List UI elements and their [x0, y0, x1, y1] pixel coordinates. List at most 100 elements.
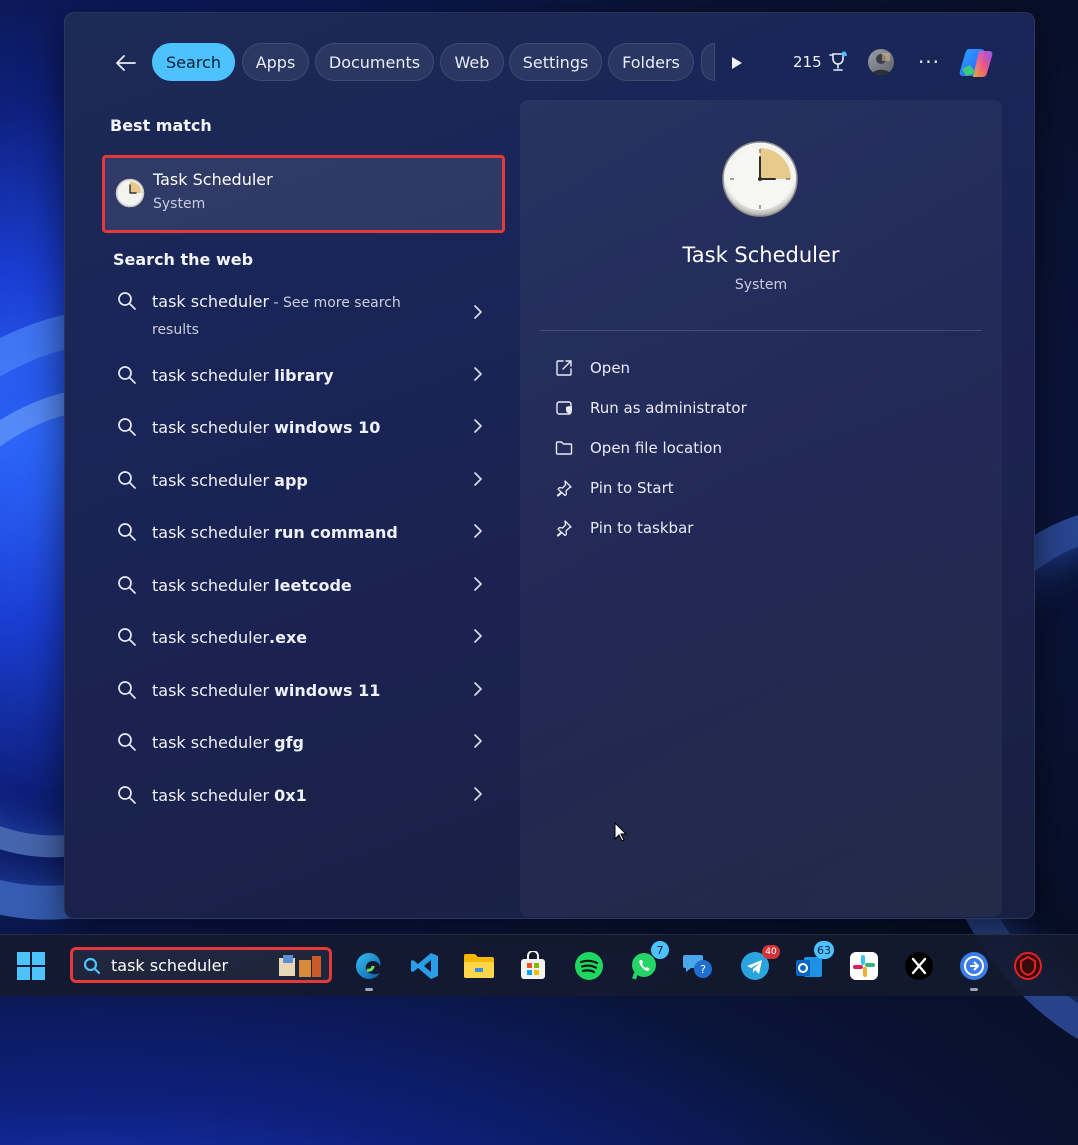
- chevron-right-icon: [474, 305, 482, 319]
- taskbar-edge[interactable]: [352, 949, 386, 991]
- slack-icon: [850, 952, 878, 980]
- chevron-right-icon: [474, 734, 482, 748]
- taskbar-telegram[interactable]: 40: [738, 945, 780, 983]
- query-prefix: task scheduler: [152, 292, 270, 311]
- trophy-icon: [828, 51, 847, 71]
- query-prefix: task scheduler: [152, 733, 275, 752]
- open-file-location-label: Open file location: [590, 439, 722, 457]
- tab-apps[interactable]: Apps: [242, 43, 309, 81]
- search-icon: [118, 292, 136, 310]
- query-completion: .exe: [269, 628, 308, 647]
- pin-to-start-label: Pin to Start: [590, 479, 674, 497]
- web-suggestion-text: task scheduler run command: [152, 520, 452, 547]
- open-label: Open: [590, 359, 631, 377]
- details-subtitle: System: [734, 277, 788, 293]
- best-match-result[interactable]: Task Scheduler System: [102, 155, 505, 233]
- chevron-right-icon: [474, 419, 482, 433]
- taskbar-spotify[interactable]: [572, 949, 606, 983]
- avatar[interactable]: [868, 49, 894, 75]
- pin-icon: [554, 518, 574, 538]
- copilot-button[interactable]: [957, 43, 997, 83]
- best-match-title: Task Scheduler: [153, 170, 273, 189]
- mouse-cursor-icon: [614, 822, 628, 842]
- taskbar-outlook[interactable]: 63: [792, 941, 834, 983]
- query-completion: app: [274, 471, 308, 490]
- tab-folders[interactable]: Folders: [608, 43, 694, 81]
- taskbar-search-text: task scheduler: [111, 956, 229, 975]
- chevron-right-icon: [474, 629, 482, 643]
- start-button[interactable]: [16, 951, 46, 981]
- pin-to-taskbar-action[interactable]: Pin to taskbar: [554, 516, 693, 540]
- web-suggestion-text: task scheduler library: [152, 363, 452, 390]
- taskbar-vscode[interactable]: [408, 949, 442, 983]
- tab-documents[interactable]: Documents: [315, 43, 434, 81]
- ellipsis-icon: ···: [917, 50, 941, 74]
- web-suggestion-text: task scheduler 0x1: [152, 783, 452, 810]
- notification-badge: 7: [651, 941, 669, 959]
- tab-settings[interactable]: Settings: [509, 43, 602, 81]
- running-indicator: [365, 988, 373, 991]
- rewards-points[interactable]: 215: [793, 51, 849, 73]
- web-suggestion-text: task scheduler gfg: [152, 730, 452, 757]
- taskbar-feedback-hub[interactable]: ?: [681, 949, 715, 983]
- folder-icon: [464, 954, 494, 978]
- query-prefix: task scheduler: [152, 786, 275, 805]
- chevron-right-icon: [474, 577, 482, 591]
- pin-to-start-action[interactable]: Pin to Start: [554, 476, 674, 500]
- query-prefix: task scheduler: [152, 471, 275, 490]
- notification-badge: 63: [814, 941, 834, 959]
- query-prefix: task scheduler: [152, 366, 275, 385]
- search-icon: [118, 733, 136, 751]
- play-icon: [732, 57, 742, 69]
- query-completion: run command: [274, 523, 398, 542]
- search-web-heading: Search the web: [113, 250, 254, 269]
- open-action[interactable]: Open: [554, 356, 630, 380]
- query-suffix: - See more search: [269, 295, 401, 311]
- open-file-location-action[interactable]: Open file location: [554, 436, 722, 460]
- scroll-tabs-button[interactable]: [725, 51, 749, 75]
- tab-web[interactable]: Web: [440, 43, 504, 81]
- windows-logo-icon: [17, 952, 45, 980]
- search-icon: [118, 418, 136, 436]
- query-prefix: task scheduler: [152, 576, 275, 595]
- back-button[interactable]: [109, 49, 143, 77]
- more-options-button[interactable]: ···: [915, 49, 943, 75]
- avatar-image-icon: [871, 53, 891, 75]
- query-completion: 0x1: [274, 786, 307, 805]
- spotify-icon: [575, 952, 603, 980]
- query-prefix: task scheduler: [152, 681, 275, 700]
- points-value: 215: [793, 53, 822, 71]
- taskbar-security-app[interactable]: [1011, 949, 1045, 983]
- clock-icon: [722, 141, 798, 217]
- taskbar-slack[interactable]: [847, 949, 881, 983]
- folder-icon: [554, 438, 574, 458]
- svg-text:?: ?: [700, 963, 706, 976]
- search-icon: [83, 957, 101, 975]
- taskbar-whatsapp[interactable]: 7: [627, 941, 669, 983]
- search-icon: [118, 471, 136, 489]
- web-suggestion-text: task scheduler - See more search results: [152, 289, 452, 343]
- run-as-admin-action[interactable]: Run as administrator: [554, 396, 747, 420]
- taskbar-microsoft-store[interactable]: [516, 949, 550, 983]
- chevron-right-icon: [474, 367, 482, 381]
- security-shield-icon: [1014, 952, 1042, 980]
- query-completion: gfg: [274, 733, 305, 752]
- pin-icon: [554, 478, 574, 498]
- query-suffix-line2: results: [152, 322, 199, 338]
- search-icon: [118, 576, 136, 594]
- running-indicator: [970, 988, 978, 991]
- details-title: Task Scheduler: [682, 243, 840, 267]
- taskbar-file-explorer[interactable]: [462, 949, 496, 983]
- pin-to-taskbar-label: Pin to taskbar: [590, 519, 694, 537]
- taskbar-search-box[interactable]: task scheduler: [70, 947, 332, 983]
- tab-search[interactable]: Search: [152, 43, 235, 81]
- web-suggestion-text: task scheduler leetcode: [152, 573, 452, 600]
- chevron-right-icon: [474, 524, 482, 538]
- taskbar-sync-app[interactable]: [957, 949, 991, 991]
- tab-more-partial[interactable]: [701, 43, 715, 81]
- clock-icon: [115, 178, 145, 208]
- search-highlight-art-icon: [279, 955, 321, 977]
- taskbar-x[interactable]: [902, 949, 936, 983]
- open-external-icon: [554, 358, 574, 378]
- web-suggestion-text: task scheduler.exe: [152, 625, 452, 652]
